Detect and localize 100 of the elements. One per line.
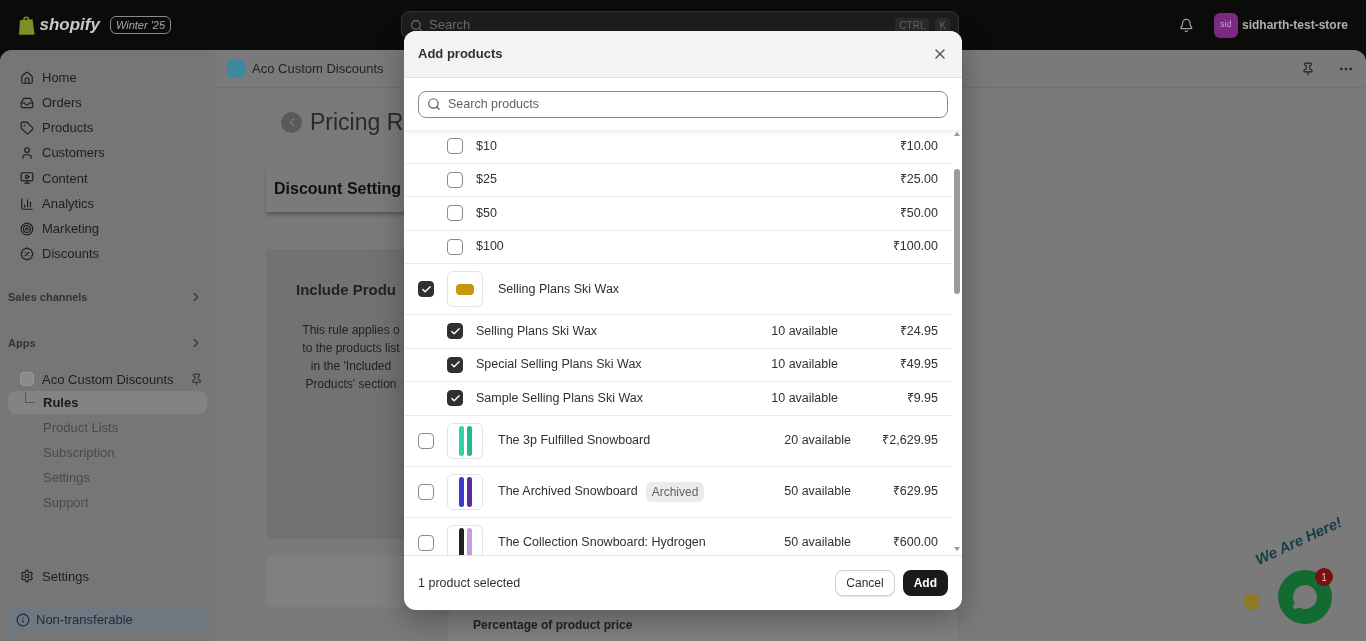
settings-icon	[20, 569, 34, 584]
price-text: ₹2,629.95	[881, 432, 938, 450]
store-avatar[interactable]: sid	[1213, 12, 1238, 38]
tree-connector-icon	[25, 392, 35, 403]
product-title: The Collection Snowboard: Hydrogen	[498, 534, 706, 552]
app-icon	[20, 372, 34, 387]
price-text: ₹9.95	[905, 389, 938, 407]
product-thumbnail	[447, 422, 483, 459]
section-header[interactable]: Apps	[8, 335, 207, 352]
variant-title: $100	[476, 238, 505, 256]
settings-nav-item[interactable]: Settings	[8, 566, 207, 586]
dialog-title: Add products	[418, 45, 504, 64]
checkbox[interactable]	[447, 238, 463, 255]
variant-row[interactable]: $25 ₹25.00	[404, 163, 952, 197]
variant-row[interactable]: $100 ₹100.00	[404, 230, 952, 264]
pin-icon[interactable]	[190, 372, 203, 386]
app-title: Aco Custom Discounts	[252, 59, 384, 78]
plan-badge[interactable]: Non-transferable	[8, 606, 207, 633]
nav-item[interactable]: Discounts	[8, 241, 207, 267]
cancel-button[interactable]: Cancel	[835, 570, 895, 596]
variant-row[interactable]: Sample Selling Plans Ski Wax 10 available ₹9.95	[404, 382, 952, 416]
price-text: ₹24.95	[898, 322, 938, 340]
checkbox[interactable]	[418, 432, 434, 449]
app-page-item[interactable]: Rules	[8, 391, 207, 414]
nav-item[interactable]: Content	[8, 165, 207, 191]
product-title: Selling Plans Ski Wax	[498, 280, 620, 298]
variant-title: $50	[476, 204, 498, 222]
scrollbar-thumb[interactable]	[954, 169, 960, 294]
nav-item[interactable]: Customers	[8, 140, 207, 166]
product-row[interactable]: The Archived Snowboard Archived 50 available ₹629.95	[404, 466, 952, 518]
bar-chart-icon	[20, 196, 34, 211]
variant-title: $25	[476, 171, 498, 189]
price-text: ₹25.00	[898, 171, 938, 189]
variant-title: Special Selling Plans Ski Wax	[476, 356, 643, 374]
nav-item[interactable]: Orders	[8, 90, 207, 116]
availability-text: 20 available	[783, 432, 851, 450]
tag-icon	[20, 120, 34, 135]
availability-text: 50 available	[783, 534, 851, 552]
checkbox[interactable]	[447, 356, 463, 373]
page-title: Pricing R	[310, 108, 404, 137]
card-label: Percentage of product price	[473, 618, 633, 632]
nav-item[interactable]: Marketing	[8, 216, 207, 242]
nav-item[interactable]: Products	[8, 115, 207, 141]
scroll-down-icon	[954, 547, 960, 551]
check-icon	[449, 392, 461, 404]
product-row[interactable]: Selling Plans Ski Wax	[404, 264, 952, 315]
variant-title: Sample Selling Plans Ski Wax	[476, 389, 644, 407]
price-text: ₹10.00	[898, 137, 938, 155]
search-field[interactable]: Search products	[418, 90, 948, 118]
store-name[interactable]: sidharth-test-store	[1242, 16, 1348, 34]
checkbox[interactable]	[418, 483, 434, 500]
section-header[interactable]: Sales channels	[8, 288, 207, 305]
variant-row[interactable]: $10 ₹10.00	[404, 130, 952, 164]
price-text: ₹100.00	[891, 238, 938, 256]
scroll-up-icon	[954, 132, 960, 136]
price-text: ₹629.95	[891, 483, 938, 501]
logo-text: shopify	[39, 14, 100, 37]
product-row[interactable]: The Collection Snowboard: Hydrogen 50 available ₹600.00	[404, 517, 952, 555]
product-thumbnail	[447, 271, 483, 307]
variant-row[interactable]: Special Selling Plans Ski Wax 10 available ₹49.95	[404, 348, 952, 382]
availability-text: 50 available	[783, 483, 851, 501]
checkbox[interactable]	[447, 390, 463, 407]
nav-item[interactable]: Home	[8, 65, 207, 91]
nav-item[interactable]: Analytics	[8, 190, 207, 217]
price-text: ₹49.95	[898, 356, 938, 374]
selection-count: 1 product selected	[418, 574, 522, 592]
monitor-icon	[20, 171, 34, 186]
info-icon	[16, 612, 30, 627]
availability-text: 10 available	[770, 322, 838, 340]
checkbox[interactable]	[418, 281, 434, 297]
price-text: ₹600.00	[891, 534, 938, 552]
variant-row[interactable]: $50 ₹50.00	[404, 197, 952, 231]
home-icon	[20, 70, 34, 85]
checkbox[interactable]	[447, 171, 463, 188]
checkbox[interactable]	[447, 205, 463, 222]
check-icon	[420, 283, 432, 295]
checkbox[interactable]	[447, 323, 463, 340]
product-row[interactable]: The 3p Fulfilled Snowboard 20 available ₹2,629.95	[404, 415, 952, 467]
app-nav-item[interactable]: Aco Custom Discounts	[42, 369, 182, 389]
product-title: The Archived Snowboard	[498, 483, 638, 501]
target-icon	[20, 221, 34, 236]
search-input[interactable]: Search products	[448, 94, 939, 114]
checkbox[interactable]	[447, 138, 463, 155]
variant-row[interactable]: Selling Plans Ski Wax 10 available ₹24.95	[404, 315, 952, 349]
pin-icon[interactable]	[1301, 61, 1315, 76]
add-button[interactable]: Add	[902, 570, 948, 596]
checkbox[interactable]	[418, 534, 434, 551]
availability-text: 10 available	[770, 356, 838, 374]
person-icon	[20, 146, 34, 161]
search-icon	[410, 18, 423, 32]
inbox-icon	[20, 95, 34, 110]
chat-bubble-icon	[1292, 584, 1318, 610]
percent-badge-icon	[20, 246, 34, 261]
price-text: ₹50.00	[898, 204, 938, 222]
shopping-bag-logo-icon	[18, 14, 36, 36]
notifications-icon[interactable]	[1179, 17, 1194, 33]
variant-title: $10	[476, 137, 498, 155]
edition-badge: Winter '25	[109, 15, 171, 35]
product-title: The 3p Fulfilled Snowboard	[498, 432, 651, 450]
card-heading: Discount Setting	[274, 179, 402, 199]
